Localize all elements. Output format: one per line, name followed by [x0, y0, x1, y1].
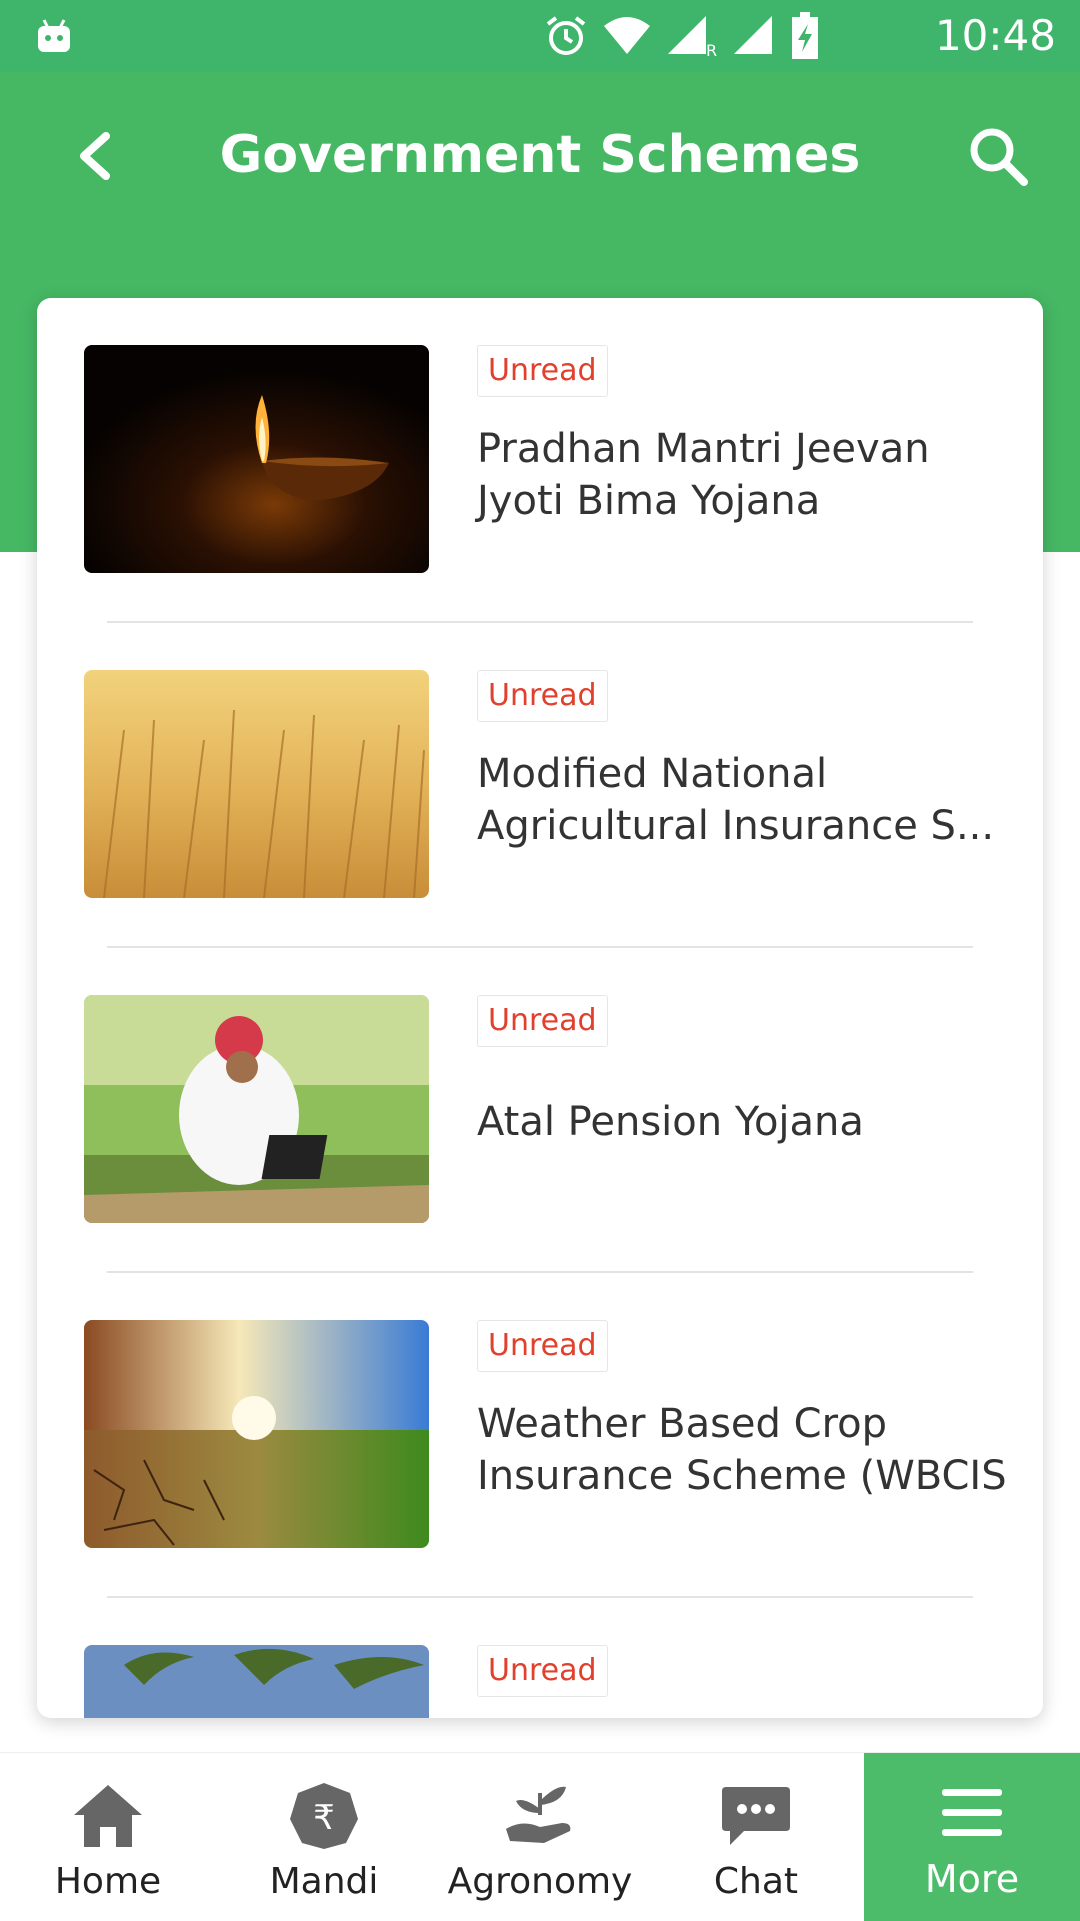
schemes-card: Unread Pradhan Mantri Jeevan Jyoti Bima …: [37, 298, 1043, 1718]
android-notification-icon: [38, 19, 70, 52]
nav-more-label: More: [924, 1857, 1020, 1901]
unread-badge: Unread: [477, 345, 608, 397]
scheme-title: Atal Pension Yojana: [477, 1099, 864, 1145]
scheme-list-item[interactable]: Unread Weather Based Crop Insurance Sche…: [37, 1273, 1043, 1598]
nav-agronomy-label: Agronomy: [447, 1861, 633, 1902]
status-bar: R 10:48: [0, 0, 1080, 72]
nav-chat[interactable]: Chat: [648, 1753, 864, 1921]
scheme-list-item[interactable]: Unread Pradhan Mantri Jeevan Jyoti Bima …: [37, 298, 1043, 623]
scheme-title: Pradhan Mantri Jeevan Jyoti Bima Yojana: [477, 426, 930, 524]
nav-home[interactable]: Home: [0, 1753, 216, 1921]
alarm-icon: [546, 16, 586, 55]
unread-badge: Unread: [477, 1320, 608, 1372]
svg-text:R: R: [706, 41, 717, 58]
nav-more[interactable]: More: [864, 1753, 1080, 1921]
search-icon: [970, 128, 1028, 186]
wifi-icon: [604, 17, 650, 54]
home-icon: [74, 1785, 142, 1847]
page-title: Government Schemes: [219, 125, 861, 185]
unread-badge: Unread: [477, 995, 608, 1047]
chat-icon: [722, 1787, 790, 1845]
status-icons: R: [544, 12, 820, 59]
scheme-thumbnail-weather: [84, 1320, 429, 1548]
scheme-thumbnail-palms: [84, 1645, 429, 1718]
status-time: 10:48: [934, 11, 1056, 60]
nav-home-label: Home: [54, 1861, 162, 1902]
unread-badge: Unread: [477, 670, 608, 722]
nav-chat-label: Chat: [713, 1861, 799, 1902]
rupee-icon: ₹: [290, 1783, 358, 1849]
scheme-list-item[interactable]: Unread Atal Pension Yojana: [37, 948, 1043, 1273]
scheme-list-item[interactable]: Unread: [37, 1598, 1043, 1718]
scheme-thumbnail-diya: [84, 345, 429, 573]
svg-text:₹: ₹: [313, 1798, 335, 1838]
nav-agronomy[interactable]: Agronomy: [432, 1753, 648, 1921]
scheme-thumbnail-wheat: [84, 670, 429, 898]
signal-r-icon: R: [668, 16, 717, 58]
scheme-title: Weather Based Crop Insurance Scheme (WBC…: [477, 1401, 1007, 1499]
search-button[interactable]: [960, 118, 1040, 198]
unread-badge: Unread: [477, 1645, 608, 1697]
bottom-navigation: Home ₹ Mandi Agronomy Chat More: [0, 1752, 1080, 1921]
nav-mandi[interactable]: ₹ Mandi: [216, 1753, 432, 1921]
scheme-thumbnail-farmer-laptop: [84, 995, 429, 1223]
scheme-list-item[interactable]: Unread Modified National Agricultural In…: [37, 623, 1043, 948]
signal-icon: [734, 16, 772, 54]
scheme-title: Modified National Agricultural Insurance…: [477, 751, 995, 849]
nav-mandi-label: Mandi: [269, 1861, 379, 1902]
battery-charging-icon: [792, 12, 818, 59]
menu-icon: [942, 1789, 1002, 1836]
plant-hand-icon: [506, 1786, 571, 1843]
